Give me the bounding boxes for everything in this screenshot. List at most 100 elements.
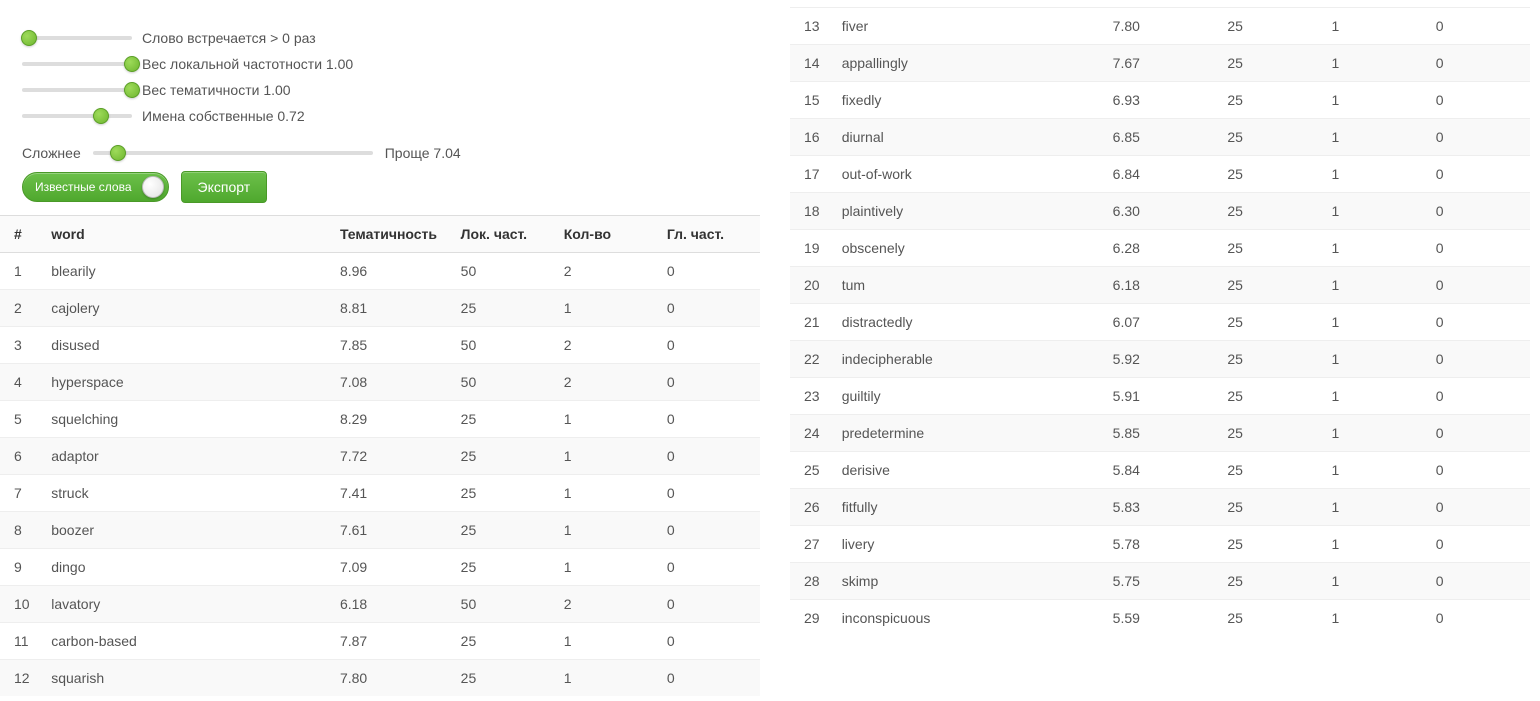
cell-word: distractedly — [832, 304, 1103, 341]
cell-word: fitfully — [832, 489, 1103, 526]
table-row[interactable]: 8boozer7.612510 — [0, 512, 760, 549]
cell-global-freq: 0 — [657, 660, 760, 697]
difficulty-slider[interactable] — [93, 151, 373, 155]
cell-thematic: 8.29 — [330, 401, 451, 438]
table-row[interactable]: 27livery5.782510 — [790, 526, 1530, 563]
cell-thematic: 8.81 — [330, 290, 451, 327]
cell-global-freq: 0 — [1426, 563, 1530, 600]
table-row[interactable]: 17out-of-work6.842510 — [790, 156, 1530, 193]
slider-thematic[interactable]: Вес тематичности 1.00 — [22, 79, 760, 101]
cell-count: 1 — [1322, 267, 1426, 304]
cell-thematic: 6.30 — [1103, 193, 1218, 230]
table-row[interactable]: 11carbon-based7.872510 — [0, 623, 760, 660]
cell-local-freq: 25 — [1217, 526, 1321, 563]
cell-thematic: 7.08 — [330, 364, 451, 401]
cell-count: 1 — [1322, 378, 1426, 415]
cell-count: 2 — [554, 364, 657, 401]
cell-word: diurnal — [832, 119, 1103, 156]
cell-thematic: 6.07 — [1103, 304, 1218, 341]
difficulty-right-label: Проще 7.04 — [385, 145, 461, 161]
slider-thumb-icon[interactable] — [110, 145, 126, 161]
table-row[interactable]: 18plaintively6.302510 — [790, 193, 1530, 230]
cell-local-freq: 25 — [1217, 341, 1321, 378]
cell-idx: 10 — [0, 586, 41, 623]
cell-local-freq: 25 — [1217, 304, 1321, 341]
slider-proper-nouns-label: Имена собственные 0.72 — [142, 108, 305, 124]
cell-word: fixedly — [832, 82, 1103, 119]
table-row[interactable]: 20tum6.182510 — [790, 267, 1530, 304]
cell-global-freq: 0 — [1426, 82, 1530, 119]
cell-count: 1 — [1322, 230, 1426, 267]
cell-count: 2 — [554, 253, 657, 290]
cell-local-freq: 25 — [1217, 563, 1321, 600]
cell-local-freq: 25 — [451, 549, 554, 586]
slider-thumb-icon[interactable] — [124, 56, 140, 72]
table-row[interactable]: 13fiver7.802510 — [790, 8, 1530, 45]
table-row[interactable]: 9dingo7.092510 — [0, 549, 760, 586]
table-row[interactable]: 5squelching8.292510 — [0, 401, 760, 438]
cell-thematic: 6.84 — [1103, 156, 1218, 193]
cell-word: indecipherable — [832, 341, 1103, 378]
cell-idx: 9 — [0, 549, 41, 586]
table-row[interactable]: 28skimp5.752510 — [790, 563, 1530, 600]
cell-thematic: 5.75 — [1103, 563, 1218, 600]
export-button[interactable]: Экспорт — [181, 171, 268, 203]
slider-thumb-icon[interactable] — [93, 108, 109, 124]
table-row[interactable]: 2cajolery8.812510 — [0, 290, 760, 327]
cell-global-freq: 0 — [1426, 230, 1530, 267]
known-words-toggle[interactable]: Известные слова — [22, 172, 169, 202]
cell-count: 1 — [1322, 193, 1426, 230]
cell-word: dingo — [41, 549, 330, 586]
cell-thematic: 7.72 — [330, 438, 451, 475]
table-row[interactable]: 22indecipherable5.922510 — [790, 341, 1530, 378]
col-count-header[interactable]: Кол-во — [554, 216, 657, 253]
table-row[interactable]: 14appallingly7.672510 — [790, 45, 1530, 82]
slider-occurrence[interactable]: Слово встречается > 0 раз — [22, 27, 760, 49]
cell-local-freq: 25 — [1217, 489, 1321, 526]
cell-thematic: 6.28 — [1103, 230, 1218, 267]
table-row[interactable]: 10lavatory6.185020 — [0, 586, 760, 623]
cell-count: 1 — [554, 512, 657, 549]
cell-thematic: 7.87 — [330, 623, 451, 660]
table-row[interactable]: 24predetermine5.852510 — [790, 415, 1530, 452]
cell-global-freq: 0 — [657, 401, 760, 438]
cell-idx: 8 — [0, 512, 41, 549]
cell-idx: 13 — [790, 8, 832, 45]
col-local-freq-header[interactable]: Лок. част. — [451, 216, 554, 253]
cell-word: fiver — [832, 8, 1103, 45]
table-row[interactable]: 1blearily8.965020 — [0, 253, 760, 290]
table-row[interactable]: 12squarish7.802510 — [0, 660, 760, 697]
cell-local-freq: 25 — [1217, 8, 1321, 45]
table-row[interactable]: 7struck7.412510 — [0, 475, 760, 512]
table-row[interactable]: 26fitfully5.832510 — [790, 489, 1530, 526]
table-row[interactable]: 6adaptor7.722510 — [0, 438, 760, 475]
slider-local-freq[interactable]: Вес локальной частотности 1.00 — [22, 53, 760, 75]
table-row[interactable]: 15fixedly6.932510 — [790, 82, 1530, 119]
col-global-freq-header[interactable]: Гл. част. — [657, 216, 760, 253]
table-row[interactable]: 3disused7.855020 — [0, 327, 760, 364]
table-row[interactable]: 25derisive5.842510 — [790, 452, 1530, 489]
table-row[interactable]: 16diurnal6.852510 — [790, 119, 1530, 156]
cell-global-freq: 0 — [657, 623, 760, 660]
table-row[interactable]: 19obscenely6.282510 — [790, 230, 1530, 267]
cell-global-freq: 0 — [1426, 267, 1530, 304]
cell-global-freq: 0 — [657, 512, 760, 549]
cell-thematic: 6.18 — [330, 586, 451, 623]
table-row[interactable]: 23guiltily5.912510 — [790, 378, 1530, 415]
cell-local-freq: 50 — [451, 253, 554, 290]
col-thematic-header[interactable]: Тематичность — [330, 216, 451, 253]
cell-global-freq: 0 — [657, 586, 760, 623]
cell-thematic: 5.85 — [1103, 415, 1218, 452]
slider-proper-nouns[interactable]: Имена собственные 0.72 — [22, 105, 760, 127]
cell-idx: 22 — [790, 341, 832, 378]
col-idx-header[interactable]: # — [0, 216, 41, 253]
slider-thumb-icon[interactable] — [124, 82, 140, 98]
table-row[interactable]: 21distractedly6.072510 — [790, 304, 1530, 341]
col-word-header[interactable]: word — [41, 216, 330, 253]
table-row[interactable]: 29inconspicuous5.592510 — [790, 600, 1530, 637]
table-row[interactable]: 4hyperspace7.085020 — [0, 364, 760, 401]
slider-thematic-label: Вес тематичности 1.00 — [142, 82, 291, 98]
slider-thumb-icon[interactable] — [21, 30, 37, 46]
cell-count: 1 — [1322, 341, 1426, 378]
cell-thematic: 6.85 — [1103, 119, 1218, 156]
